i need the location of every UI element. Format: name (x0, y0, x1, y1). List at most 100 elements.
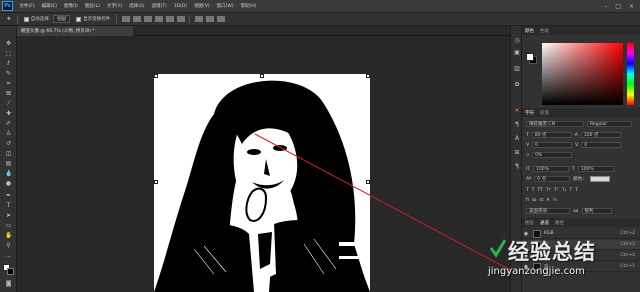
eyedropper-tool-icon[interactable]: ⁄ (5, 100, 12, 107)
properties-icon[interactable]: ▣ (514, 50, 520, 56)
marquee-tool-icon[interactable]: ⬚ (5, 50, 12, 57)
history-brush-icon[interactable]: ↺ (5, 140, 12, 147)
fraction-icon[interactable]: ½ (553, 198, 557, 203)
dodge-tool-icon[interactable]: ● (5, 180, 12, 187)
quick-mask-icon[interactable]: ◙ (5, 280, 12, 287)
frame-tool-icon[interactable]: ⊠ (5, 90, 12, 97)
tab-color[interactable]: 颜色 (525, 28, 534, 34)
superscript-icon[interactable]: T¹ (554, 188, 559, 193)
all-caps-icon[interactable]: TT (538, 188, 543, 193)
align-right-button[interactable] (143, 16, 152, 22)
strikethrough-icon[interactable]: T (575, 188, 578, 193)
tab-layers[interactable]: 图层 (525, 220, 534, 226)
font-style-field[interactable]: Regular (587, 121, 632, 127)
subscript-icon[interactable]: T₁ (562, 188, 567, 193)
foreground-color-swatch[interactable] (526, 53, 534, 61)
text-color-swatch[interactable] (589, 176, 610, 182)
align-middle-button[interactable] (165, 16, 174, 22)
path-select-icon[interactable]: ➤ (5, 212, 12, 219)
baseline-shift-field[interactable]: 0 点 (534, 176, 571, 182)
transform-handle[interactable] (366, 74, 370, 78)
tsume-field[interactable]: 0% (532, 152, 573, 158)
color-swatches-icon[interactable] (3, 264, 14, 275)
tab-channels[interactable]: 通道 (540, 220, 549, 226)
close-icon[interactable]: × (629, 3, 634, 10)
menu-layer[interactable]: 图层(L) (85, 3, 100, 9)
leading-field[interactable]: 100 点 (580, 132, 621, 138)
tab-swatches[interactable]: 色板 (540, 28, 549, 34)
auto-select-dropdown[interactable]: 图层 (53, 15, 71, 23)
auto-select-checkbox[interactable] (23, 16, 29, 22)
menu-filter[interactable]: 滤镜(T) (151, 3, 166, 9)
lasso-tool-icon[interactable]: ℓ (5, 60, 12, 67)
tab-character[interactable]: 字符 (525, 110, 534, 116)
menu-type[interactable]: 文字(Y) (107, 3, 122, 9)
bold-icon[interactable]: T (526, 188, 529, 193)
document-canvas[interactable] (154, 74, 370, 292)
hue-slider[interactable] (627, 43, 634, 105)
align-bottom-button[interactable] (176, 16, 185, 22)
ligature-icon[interactable]: fi (526, 198, 529, 203)
clone-stamp-icon[interactable]: ♙ (5, 130, 12, 137)
antialias-dropdown[interactable]: 锐利 (581, 208, 612, 214)
menu-view[interactable]: 视图(V) (194, 3, 210, 9)
horizontal-scale-field[interactable]: 100% (577, 166, 614, 172)
swash-icon[interactable]: ꝏ (532, 198, 537, 203)
tracking-field[interactable]: 0 (581, 142, 622, 148)
show-transform-option[interactable]: 显示变换控件 (76, 16, 110, 22)
vertical-scale-field[interactable]: 100% (533, 166, 570, 172)
stylistic-icon[interactable]: st (539, 198, 543, 203)
menu-edit[interactable]: 编辑(E) (42, 3, 57, 9)
underline-icon[interactable]: T (569, 188, 572, 193)
auto-select-option[interactable]: 自动选择： 图层 (23, 15, 71, 23)
font-family-field[interactable]: 微软雅黑 CN (526, 121, 584, 127)
layers-comp-icon[interactable]: ▥ (514, 66, 520, 72)
transform-handle[interactable] (154, 74, 158, 78)
document-tab[interactable]: 鳝变头像 @ 66.7% (人物, 拷贝/8) * (17, 26, 133, 36)
minimize-icon[interactable]: – (604, 3, 607, 10)
tab-paths[interactable]: 路径 (555, 220, 564, 226)
pen-tool-icon[interactable]: ✒ (5, 192, 12, 199)
menu-help[interactable]: 帮助(H) (241, 3, 257, 9)
gradient-tool-icon[interactable]: ▤ (5, 160, 12, 167)
eraser-tool-icon[interactable]: ◫ (5, 150, 12, 157)
transform-handle[interactable] (260, 74, 264, 78)
distribute-button[interactable] (216, 16, 225, 22)
blur-tool-icon[interactable]: 💧 (5, 170, 12, 177)
more-tools-icon[interactable]: … (5, 252, 12, 259)
transform-handle[interactable] (366, 180, 370, 184)
paragraph-icon[interactable]: ¶ (514, 122, 520, 128)
tool-presets-icon[interactable]: ✕ (514, 108, 520, 114)
menu-file[interactable]: 文件(F) (20, 3, 35, 9)
italic-icon[interactable]: T (532, 188, 535, 193)
history-icon[interactable]: ◷ (514, 38, 520, 44)
move-tool-icon[interactable]: ✥ (5, 40, 12, 47)
small-caps-icon[interactable]: Tт (546, 188, 551, 193)
paragraph-styles-icon[interactable]: ¶ (514, 164, 520, 170)
healing-brush-icon[interactable]: ✚ (5, 110, 12, 117)
menu-image[interactable]: 图像(I) (64, 3, 78, 9)
language-dropdown[interactable]: 美国英语 (526, 208, 570, 214)
distribute-button[interactable] (194, 16, 203, 22)
brush-settings-icon[interactable]: ✿ (514, 82, 520, 88)
menu-3d[interactable]: 3D(D) (174, 4, 187, 9)
color-picker-field[interactable] (542, 43, 623, 105)
menu-window[interactable]: 窗口(W) (217, 3, 234, 9)
hand-tool-icon[interactable]: ✋ (5, 232, 12, 239)
ordinal-icon[interactable]: A (547, 198, 550, 203)
maximize-icon[interactable]: □ (615, 3, 621, 10)
crop-tool-icon[interactable]: ⌗ (5, 80, 12, 87)
show-transform-checkbox[interactable] (76, 16, 82, 22)
menu-select[interactable]: 选择(S) (129, 3, 144, 9)
distribute-button[interactable] (205, 16, 214, 22)
brush-tool-icon[interactable]: ✐ (5, 120, 12, 127)
tab-paragraph[interactable]: 段落 (540, 110, 549, 116)
glyphs-icon[interactable]: ⊞ (514, 150, 520, 156)
move-tool-icon[interactable]: ✥ (7, 17, 11, 22)
character-icon[interactable]: A (514, 136, 520, 142)
quick-select-tool-icon[interactable]: ✎ (5, 70, 12, 77)
font-size-field[interactable]: 80 点 (531, 132, 572, 138)
shape-tool-icon[interactable]: ▭ (5, 222, 12, 229)
transform-handle[interactable] (154, 180, 158, 184)
type-tool-icon[interactable]: T (5, 202, 12, 209)
